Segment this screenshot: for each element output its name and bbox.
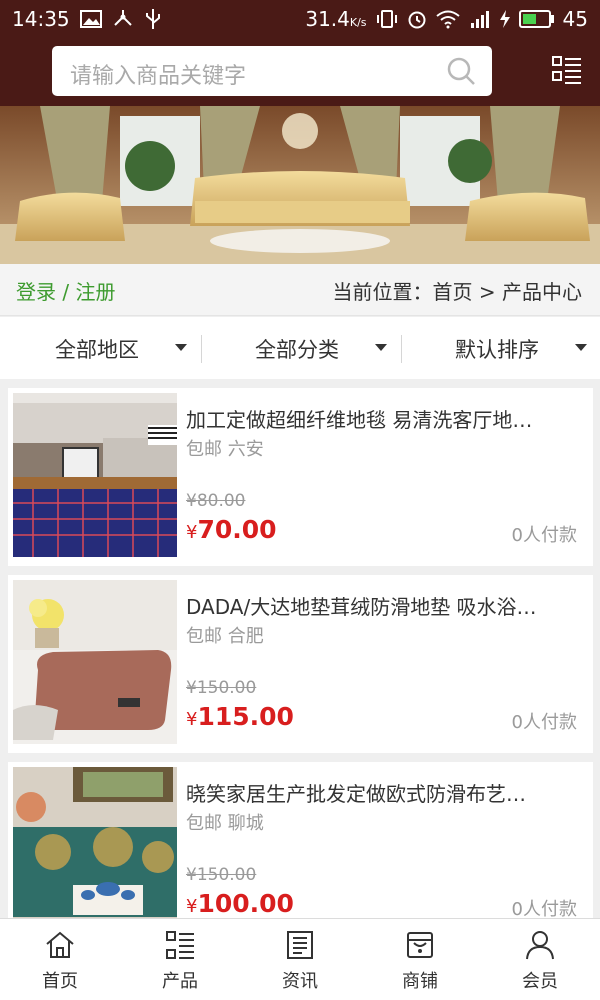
usb-icon xyxy=(145,9,160,29)
product-original-price: ¥80.00 xyxy=(186,491,246,511)
product-shipping: 包邮 合肥 xyxy=(186,626,264,647)
nav-news[interactable]: 资讯 xyxy=(240,919,360,1000)
product-card[interactable]: 晓笑家居生产批发定做欧式防滑布艺… 包邮 聊城 ¥150.00 ¥100.00 … xyxy=(8,762,593,940)
bottom-nav: 首页 产品 资讯 商铺 会员 xyxy=(0,918,600,1000)
nav-home[interactable]: 首页 xyxy=(0,919,120,1000)
news-icon xyxy=(287,931,313,959)
product-price: ¥115.00 xyxy=(186,702,294,731)
product-title[interactable]: DADA/大达地垫茸绒防滑地垫 吸水浴… xyxy=(186,591,578,620)
breadcrumb: 当前位置：首页 > 产品中心 xyxy=(332,280,582,304)
vibrate-icon xyxy=(376,10,397,28)
filter-sort[interactable]: 默认排序 xyxy=(400,317,600,379)
banner-image[interactable] xyxy=(0,106,600,264)
status-time: 14:35 xyxy=(12,7,70,31)
filter-category-label: 全部分类 xyxy=(255,338,339,362)
nav-products-label: 产品 xyxy=(162,971,198,992)
filter-region[interactable]: 全部地区 xyxy=(0,317,200,379)
chevron-down-icon xyxy=(175,344,187,351)
product-price: ¥70.00 xyxy=(186,515,277,544)
usb-share-icon xyxy=(113,10,132,26)
nav-member[interactable]: 会员 xyxy=(480,919,600,1000)
banner-sofa-illustration xyxy=(0,106,600,264)
wifi-icon xyxy=(435,10,460,29)
filter-category[interactable]: 全部分类 xyxy=(200,317,400,379)
store-icon xyxy=(407,932,433,958)
product-original-price: ¥150.00 xyxy=(186,865,257,885)
product-card[interactable]: DADA/大达地垫茸绒防滑地垫 吸水浴… 包邮 合肥 ¥150.00 ¥115.… xyxy=(8,575,593,753)
battery-level: 45 xyxy=(562,7,588,31)
product-paid-count: 0人付款 xyxy=(511,525,577,546)
filter-sort-label: 默认排序 xyxy=(455,338,539,362)
breadcrumb-bar: 登录 / 注册 当前位置：首页 > 产品中心 xyxy=(0,264,600,316)
search-icon[interactable] xyxy=(446,56,476,86)
charging-icon xyxy=(499,10,510,28)
nav-products[interactable]: 产品 xyxy=(120,919,240,1000)
product-image[interactable] xyxy=(13,580,177,744)
product-price: ¥100.00 xyxy=(186,889,294,918)
filter-bar: 全部地区 全部分类 默认排序 xyxy=(0,317,600,379)
product-image-illustration xyxy=(13,767,177,931)
product-title[interactable]: 加工定做超细纤维地毯 易清洗客厅地… xyxy=(186,404,578,433)
product-shipping: 包邮 六安 xyxy=(186,439,264,460)
battery-icon xyxy=(518,10,554,28)
product-list-icon xyxy=(166,931,194,959)
alarm-icon xyxy=(408,11,426,29)
product-image-illustration xyxy=(13,580,177,744)
search-input[interactable]: 请输入商品关键字 xyxy=(52,46,492,96)
product-original-price: ¥150.00 xyxy=(186,678,257,698)
product-card[interactable]: 加工定做超细纤维地毯 易清洗客厅地… 包邮 六安 ¥80.00 ¥70.00 0… xyxy=(8,388,593,566)
signal-icon xyxy=(470,11,489,28)
image-notification-icon xyxy=(79,10,102,28)
login-register-link[interactable]: 登录 / 注册 xyxy=(16,276,115,305)
chevron-down-icon xyxy=(375,344,387,351)
network-speed: 31.4K/s xyxy=(305,7,367,31)
chevron-down-icon xyxy=(575,344,587,351)
nav-news-label: 资讯 xyxy=(282,971,318,992)
home-icon xyxy=(46,931,74,958)
menu-grid-icon[interactable] xyxy=(552,55,582,85)
filter-region-label: 全部地区 xyxy=(55,338,139,362)
product-title[interactable]: 晓笑家居生产批发定做欧式防滑布艺… xyxy=(186,778,578,807)
member-icon xyxy=(526,931,554,960)
product-paid-count: 0人付款 xyxy=(511,712,577,733)
product-image[interactable] xyxy=(13,393,177,557)
product-image-illustration xyxy=(13,393,177,557)
header: 请输入商品关键字 xyxy=(0,38,600,106)
product-shipping: 包邮 聊城 xyxy=(186,813,264,834)
nav-member-label: 会员 xyxy=(522,971,558,992)
nav-store[interactable]: 商铺 xyxy=(360,919,480,1000)
product-image[interactable] xyxy=(13,767,177,931)
search-placeholder: 请输入商品关键字 xyxy=(70,64,247,89)
status-bar: 14:35 31.4K/s 45 xyxy=(0,0,600,38)
nav-store-label: 商铺 xyxy=(402,971,438,992)
nav-home-label: 首页 xyxy=(42,971,78,992)
